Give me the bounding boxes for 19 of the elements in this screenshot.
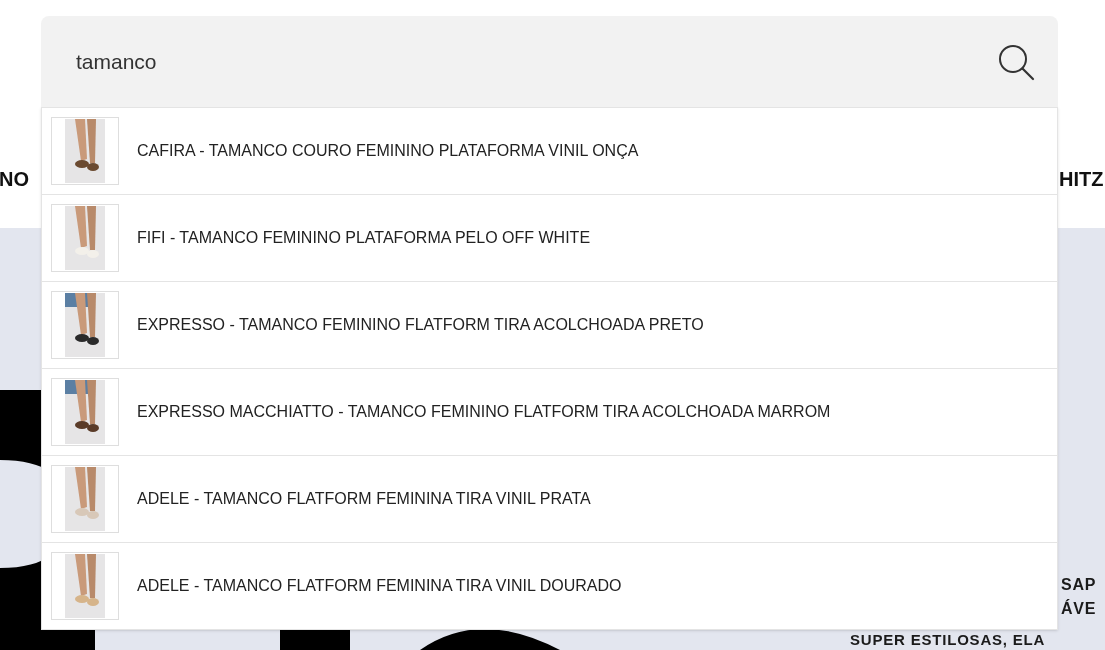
suggestion-item[interactable]: ADELE - TAMANCO FLATFORM FEMININA TIRA VINIL PRATA [42,455,1057,542]
suggestion-item[interactable]: FIFI - TAMANCO FEMININO PLATAFORMA PELO OFF WHITE [42,194,1057,281]
nav-link[interactable]: HITZ [1059,164,1104,194]
search-icon[interactable] [996,42,1036,82]
nav-link[interactable]: NO [0,164,29,194]
product-title: FIFI - TAMANCO FEMININO PLATAFORMA PELO OFF WHITE [137,228,591,248]
banner-text: SUPER ESTILOSAS, ELA [850,632,1046,647]
product-title: EXPRESSO - TAMANCO FEMININO FLATFORM TIRA ACOLCHOADA PRETO [137,315,704,335]
banner-text: ÁVE [1061,601,1097,617]
product-title: CAFIRA - TAMANCO COURO FEMININO PLATAFORMA VINIL ONÇA [137,141,639,161]
banner-text: SAP [1061,577,1097,593]
product-title: EXPRESSO MACCHIATTO - TAMANCO FEMININO FLATFORM TIRA ACOLCHOADA MARROM [137,402,831,422]
suggestion-item[interactable]: EXPRESSO - TAMANCO FEMININO FLATFORM TIRA ACOLCHOADA PRETO [42,281,1057,368]
suggestion-item[interactable]: ADELE - TAMANCO FLATFORM FEMININA TIRA VINIL DOURADO [42,542,1057,629]
suggestion-item[interactable]: CAFIRA - TAMANCO COURO FEMININO PLATAFORMA VINIL ONÇA [42,107,1057,194]
search-field[interactable]: tamanco [41,16,1058,107]
product-title: ADELE - TAMANCO FLATFORM FEMININA TIRA VINIL DOURADO [137,576,622,596]
suggestion-item[interactable]: EXPRESSO MACCHIATTO - TAMANCO FEMININO FLATFORM TIRA ACOLCHOADA MARROM [42,368,1057,455]
product-title: ADELE - TAMANCO FLATFORM FEMININA TIRA VINIL PRATA [137,489,591,509]
